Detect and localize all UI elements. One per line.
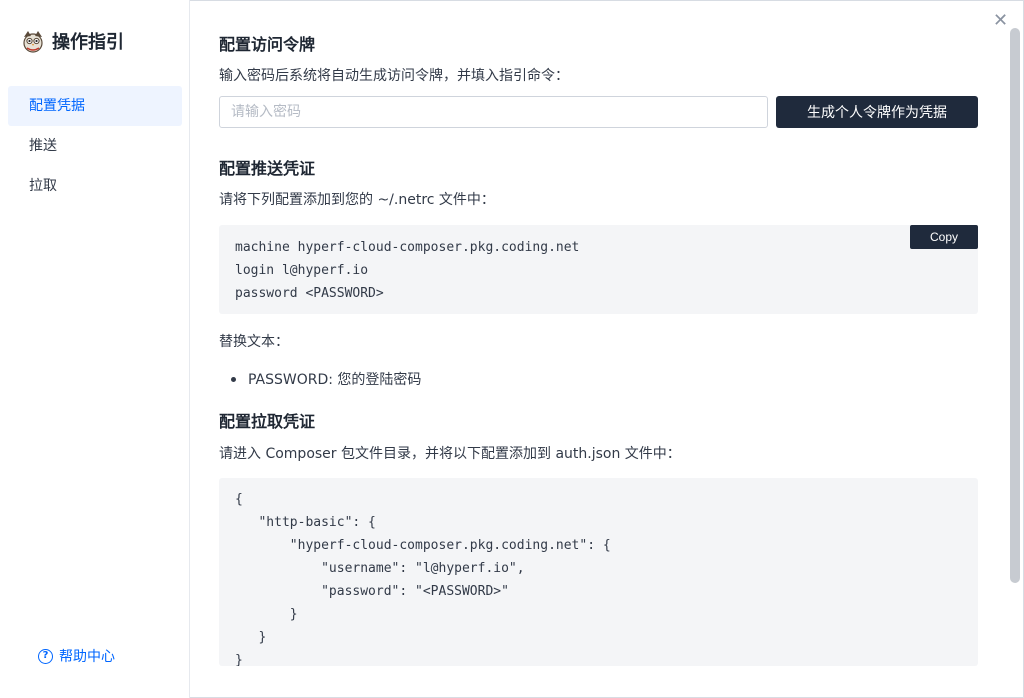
- sidebar-title: 操作指引: [52, 32, 124, 53]
- help-center-label: 帮助中心: [59, 649, 115, 665]
- pull-heading: 配置拉取凭证: [219, 412, 316, 431]
- close-icon[interactable]: ✕: [993, 10, 1008, 31]
- sidebar-item-pull[interactable]: 拉取: [8, 166, 182, 206]
- password-input[interactable]: [219, 96, 768, 128]
- bullet-dot: [231, 376, 236, 382]
- pull-description: 请进入 Composer 包文件目录，并将以下配置添加到 auth.json 文…: [219, 446, 681, 462]
- netrc-code-block: machine hyperf-cloud-composer.pkg.coding…: [219, 225, 978, 314]
- brand: 操作指引: [20, 28, 124, 54]
- scrollbar[interactable]: [1010, 28, 1020, 583]
- replace-list-item: PASSWORD: 您的登陆密码: [231, 369, 421, 389]
- copy-button[interactable]: Copy: [910, 225, 978, 249]
- question-circle-icon: ?: [38, 648, 53, 664]
- token-heading: 配置访问令牌: [219, 35, 316, 54]
- main-content: 配置访问令牌 输入密码后系统将自动生成访问令牌，并填入指引命令： 生成个人令牌作…: [219, 0, 978, 698]
- sidebar: 操作指引 配置凭据 推送 拉取 ? 帮助中心: [0, 0, 190, 698]
- push-heading: 配置推送凭证: [219, 159, 316, 178]
- owl-logo-icon: [23, 31, 43, 53]
- push-description: 请将下列配置添加到您的 ~/.netrc 文件中：: [219, 192, 495, 208]
- replace-item-text: PASSWORD: 您的登陆密码: [248, 372, 422, 388]
- generate-token-button[interactable]: 生成个人令牌作为凭据: [776, 96, 978, 128]
- auth-json-code-block: { "http-basic": { "hyperf-cloud-composer…: [219, 478, 978, 666]
- sidebar-nav: 配置凭据 推送 拉取: [8, 86, 182, 206]
- sidebar-item-credentials[interactable]: 配置凭据: [8, 86, 182, 126]
- help-center-link[interactable]: ? 帮助中心: [38, 646, 115, 666]
- replace-label: 替换文本：: [219, 334, 289, 350]
- token-description: 输入密码后系统将自动生成访问令牌，并填入指引命令：: [219, 68, 569, 84]
- sidebar-item-push[interactable]: 推送: [8, 126, 182, 166]
